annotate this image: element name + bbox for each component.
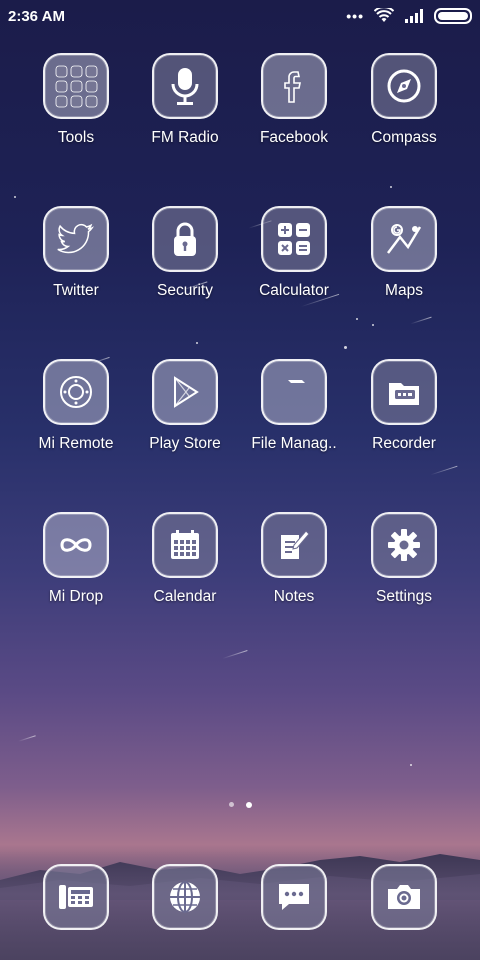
wifi-icon (374, 8, 394, 24)
app-file-manager[interactable]: File Manag.. (239, 359, 349, 453)
page-indicator[interactable] (0, 802, 480, 808)
calculator-icon (261, 206, 327, 272)
app-label: Notes (273, 588, 315, 605)
app-label: Security (157, 282, 213, 299)
app-label: Calendar (153, 588, 217, 605)
app-tools[interactable]: Tools (21, 53, 131, 147)
app-label: Play Store (149, 435, 221, 452)
dock-camera[interactable] (349, 864, 459, 930)
app-label: File Manag.. (251, 435, 337, 452)
app-label: Mi Drop (48, 588, 104, 605)
camera-icon (371, 864, 437, 930)
app-mi-remote[interactable]: Mi Remote (21, 359, 131, 453)
gear-icon (371, 512, 437, 578)
signal-icon (404, 9, 424, 23)
app-label: Calculator (259, 282, 329, 299)
app-label: Maps (385, 282, 423, 299)
folder-grid-icon (43, 53, 109, 119)
facebook-icon (261, 53, 327, 119)
status-bar: 2:36 AM ••• (0, 0, 480, 34)
compass-icon (371, 53, 437, 119)
map-icon (371, 206, 437, 272)
app-twitter[interactable]: Twitter (21, 206, 131, 300)
play-store-icon (152, 359, 218, 425)
app-security[interactable]: Security (130, 206, 240, 300)
messaging-icon (261, 864, 327, 930)
app-fm-radio[interactable]: FM Radio (130, 53, 240, 147)
remote-icon (43, 359, 109, 425)
page-dot-2[interactable] (245, 802, 252, 808)
app-mi-drop[interactable]: Mi Drop (21, 512, 131, 606)
app-facebook[interactable]: Facebook (239, 53, 349, 147)
app-calculator[interactable]: Calculator (239, 206, 349, 300)
microphone-icon (152, 53, 218, 119)
app-label: Mi Remote (38, 435, 114, 452)
app-notes[interactable]: Notes (239, 512, 349, 606)
app-label: FM Radio (151, 129, 219, 146)
app-compass[interactable]: Compass (349, 53, 459, 147)
dock-messaging[interactable] (239, 864, 349, 930)
app-recorder[interactable]: Recorder (349, 359, 459, 453)
infinity-icon (43, 512, 109, 578)
app-label: Compass (371, 129, 437, 146)
app-play-store[interactable]: Play Store (130, 359, 240, 453)
padlock-icon (152, 206, 218, 272)
calendar-icon (152, 512, 218, 578)
app-label: Tools (57, 129, 95, 146)
twitter-bird-icon (43, 206, 109, 272)
status-time: 2:36 AM (8, 8, 65, 25)
app-label: Settings (375, 588, 432, 605)
battery-icon (434, 8, 472, 24)
notes-icon (261, 512, 327, 578)
app-maps[interactable]: Maps (349, 206, 459, 300)
page-dot-1[interactable] (228, 802, 234, 807)
app-calendar[interactable]: Calendar (130, 512, 240, 606)
phone-icon (43, 864, 109, 930)
dock-browser[interactable] (130, 864, 240, 930)
app-label: Recorder (372, 435, 436, 452)
app-label: Facebook (259, 129, 329, 146)
more-dots-icon: ••• (346, 8, 364, 24)
browser-globe-icon (152, 864, 218, 930)
app-settings[interactable]: Settings (349, 512, 459, 606)
recorder-icon (371, 359, 437, 425)
folder-icon (261, 359, 327, 425)
dock-phone[interactable] (21, 864, 131, 930)
app-label: Twitter (53, 282, 99, 299)
